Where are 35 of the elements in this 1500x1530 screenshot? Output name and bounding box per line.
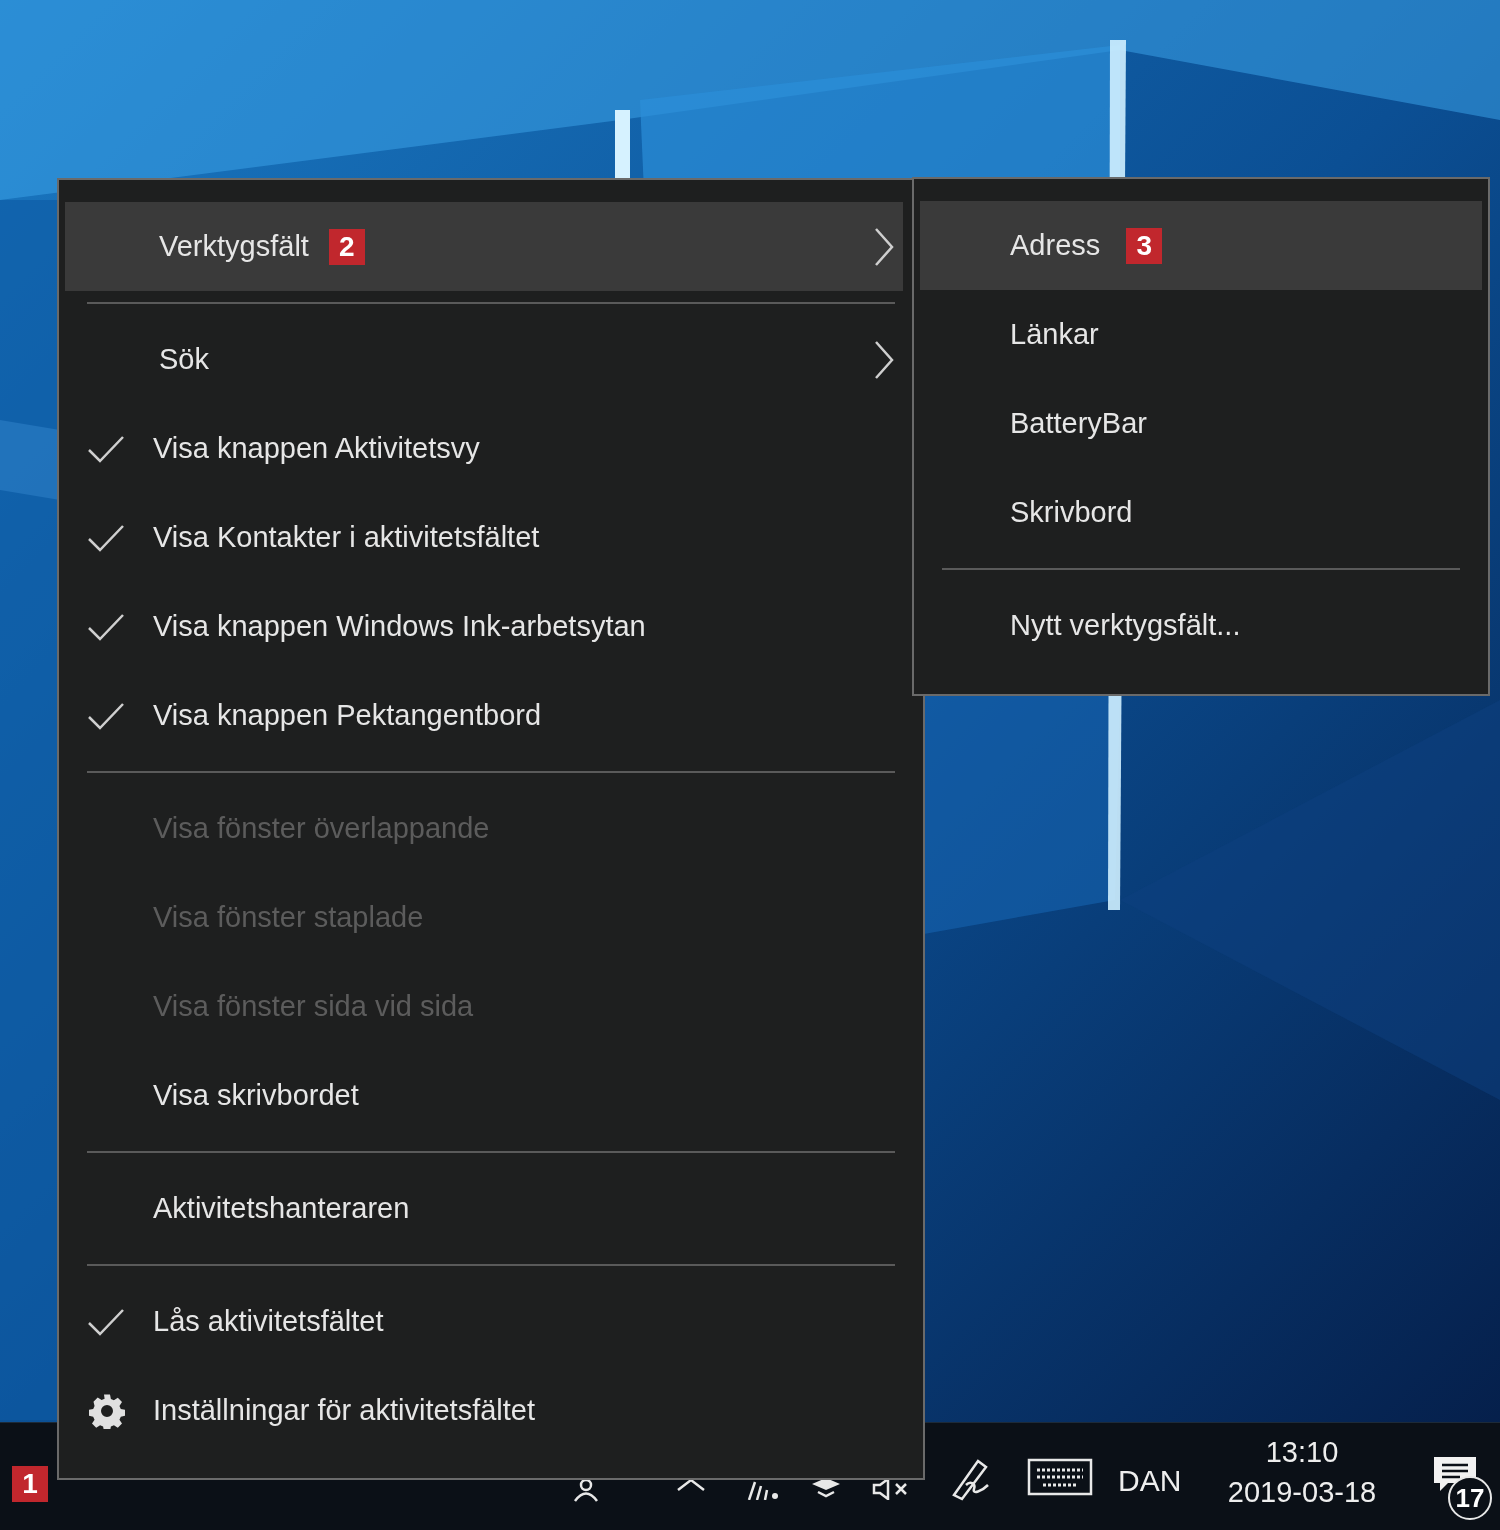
chevron-up-icon[interactable]: [676, 1478, 706, 1492]
menu-item-label: Skrivbord: [1010, 494, 1133, 530]
language-indicator[interactable]: DAN: [1118, 1458, 1182, 1503]
number-badge: 3: [1126, 227, 1163, 264]
menu-item-label: BatteryBar: [1010, 405, 1147, 441]
menu-item-label: Adress: [1010, 227, 1101, 263]
menu-item[interactable]: Visa knappen Pektangentbord: [65, 671, 903, 760]
menu-item[interactable]: Visa skrivbordet: [65, 1051, 903, 1140]
number-badge: 1: [12, 1466, 48, 1502]
clock[interactable]: 13:10 2019-03-18: [1212, 1432, 1392, 1512]
settings-icon: [89, 1392, 125, 1429]
number-badge: 2: [328, 228, 365, 265]
keyboard-icon[interactable]: [1027, 1458, 1093, 1496]
menu-item[interactable]: Länkar: [920, 290, 1482, 379]
menu-item-label: Länkar: [1010, 316, 1099, 352]
menu-item[interactable]: BatteryBar: [920, 379, 1482, 468]
menu-item[interactable]: Skrivbord: [920, 468, 1482, 557]
menu-item-label: Verktygsfält: [159, 228, 309, 264]
menu-item[interactable]: Lås aktivitetsfältet: [65, 1277, 903, 1366]
menu-item[interactable]: Visa knappen Windows Ink-arbetsytan: [65, 582, 903, 671]
chevron-right-icon: [873, 339, 895, 380]
menu-item[interactable]: Sök: [65, 315, 903, 404]
menu-item[interactable]: Verktygsfält 2: [65, 202, 903, 291]
menu-item[interactable]: Aktivitetshanteraren: [65, 1164, 903, 1253]
chevron-right-icon: [873, 226, 895, 267]
time-text: 13:10: [1265, 1435, 1339, 1470]
menu-item[interactable]: Nytt verktygsfält...: [920, 581, 1482, 670]
date-text: 2019-03-18: [1227, 1475, 1377, 1510]
menu-item[interactable]: Visa knappen Aktivitetsvy: [65, 404, 903, 493]
menu-item[interactable]: Visa Kontakter i aktivitetsfältet: [65, 493, 903, 582]
person-icon[interactable]: [572, 1478, 600, 1502]
menu-item[interactable]: Inställningar för aktivitetsfältet: [65, 1366, 917, 1455]
menu-item[interactable]: Adress 3: [920, 201, 1482, 290]
menu-item-label: Nytt verktygsfält...: [1010, 607, 1241, 643]
menu-item-label: Sök: [159, 341, 209, 377]
